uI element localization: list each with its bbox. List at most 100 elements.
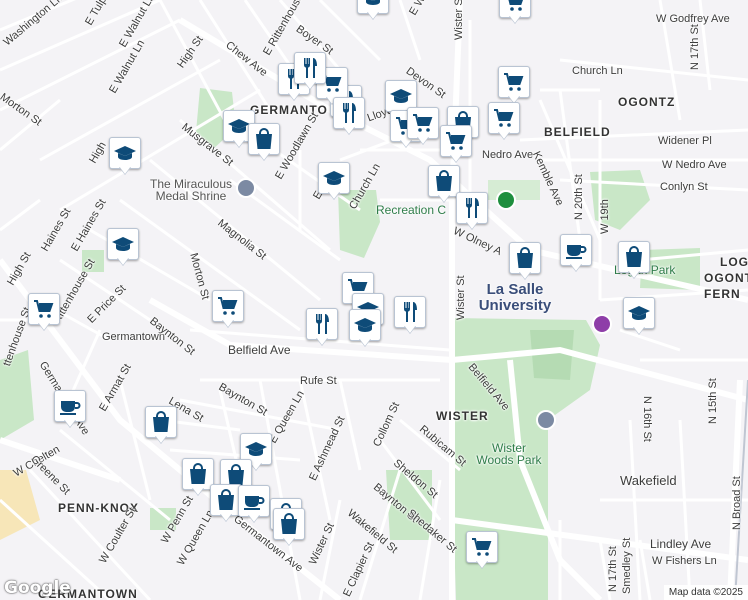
map-pin-shopping-cart[interactable] bbox=[498, 66, 530, 104]
street-label: W 19th bbox=[599, 199, 611, 234]
pin-pointer bbox=[450, 154, 462, 162]
museum-marker-icon[interactable] bbox=[592, 314, 612, 334]
pin-pointer bbox=[222, 319, 234, 327]
pin-pointer bbox=[633, 326, 645, 334]
street-label: Lindley Ave bbox=[650, 537, 712, 551]
map-pin-graduation-cap[interactable] bbox=[349, 309, 381, 347]
map-pin-graduation-cap[interactable] bbox=[109, 137, 141, 175]
map-pin-coffee-cup[interactable] bbox=[560, 234, 592, 272]
street-label: N 15th St bbox=[707, 378, 719, 424]
graduation-cap-icon bbox=[318, 162, 350, 194]
fork-knife-icon bbox=[306, 308, 338, 340]
map-pin-shopping-cart[interactable] bbox=[488, 102, 520, 140]
map-pin-shopping-bag[interactable] bbox=[273, 508, 305, 546]
area-label: BELFIELD bbox=[544, 125, 611, 139]
street-label: Wister St bbox=[455, 275, 467, 320]
graduation-cap-icon bbox=[107, 228, 139, 260]
pin-pointer bbox=[258, 152, 270, 160]
shopping-cart-icon bbox=[488, 102, 520, 134]
google-logo: Google bbox=[4, 578, 71, 598]
pin-pointer bbox=[155, 435, 167, 443]
map-pin-fork-knife[interactable] bbox=[333, 97, 365, 135]
area-label: OGONTZ bbox=[618, 95, 676, 109]
map-pin-shopping-cart[interactable] bbox=[212, 290, 244, 328]
map-pin-shopping-bag[interactable] bbox=[145, 406, 177, 444]
map-pin-shopping-cart[interactable] bbox=[440, 125, 472, 163]
pin-pointer bbox=[304, 81, 316, 89]
map-pin-shopping-cart[interactable] bbox=[407, 107, 439, 145]
map-pin-coffee-cup[interactable] bbox=[54, 390, 86, 428]
map-pin-shopping-cart[interactable] bbox=[499, 0, 531, 24]
coffee-cup-icon bbox=[560, 234, 592, 266]
pin-pointer bbox=[343, 126, 355, 134]
coffee-cup-icon bbox=[54, 390, 86, 422]
pin-pointer bbox=[359, 338, 371, 346]
shopping-bag-icon bbox=[248, 123, 280, 155]
area-label: WISTER bbox=[436, 409, 489, 423]
pin-pointer bbox=[509, 15, 521, 23]
pin-pointer bbox=[367, 11, 379, 19]
map-pin-graduation-cap[interactable] bbox=[318, 162, 350, 200]
recreation-center-marker-icon[interactable] bbox=[496, 190, 516, 210]
pin-pointer bbox=[248, 514, 260, 522]
map-pin-fork-knife[interactable] bbox=[306, 308, 338, 346]
map-pin-graduation-cap[interactable] bbox=[107, 228, 139, 266]
map-pin-coffee-cup[interactable] bbox=[238, 485, 270, 523]
street-label: N 17th St bbox=[607, 546, 619, 592]
fork-knife-icon bbox=[456, 192, 488, 224]
street-label: Wister St bbox=[453, 0, 465, 40]
shopping-cart-icon bbox=[466, 531, 498, 563]
pin-pointer bbox=[192, 487, 204, 495]
map-pin-fork-knife[interactable] bbox=[394, 296, 426, 334]
map-view[interactable]: Washington Ln E Tulpehock E Walnut Ln E … bbox=[0, 0, 748, 600]
shopping-cart-icon bbox=[440, 125, 472, 157]
map-pin-shopping-bag[interactable] bbox=[618, 241, 650, 279]
education-marker-icon[interactable] bbox=[536, 410, 556, 430]
shopping-cart-icon bbox=[498, 66, 530, 98]
shopping-bag-icon bbox=[145, 406, 177, 438]
pin-pointer bbox=[404, 325, 416, 333]
area-label: OGONTZ bbox=[704, 271, 748, 285]
map-pin-graduation-cap[interactable] bbox=[357, 0, 389, 20]
pin-pointer bbox=[117, 257, 129, 265]
church-marker-icon[interactable] bbox=[236, 178, 256, 198]
shopping-cart-icon bbox=[407, 107, 439, 139]
street-label: N Broad St bbox=[731, 476, 743, 530]
map-pin-shopping-cart[interactable] bbox=[466, 531, 498, 569]
street-label: Smedley St bbox=[621, 537, 633, 594]
area-label: LOG bbox=[720, 255, 748, 269]
graduation-cap-icon bbox=[349, 309, 381, 341]
shopping-bag-icon bbox=[273, 508, 305, 540]
shopping-bag-icon bbox=[618, 241, 650, 273]
pin-pointer bbox=[38, 322, 50, 330]
shopping-cart-icon bbox=[212, 290, 244, 322]
street-label: Nedro Ave bbox=[482, 149, 534, 161]
map-pin-fork-knife[interactable] bbox=[294, 52, 326, 90]
map-pin-shopping-bag[interactable] bbox=[509, 242, 541, 280]
poi-label-miraculous-medal-shrine[interactable]: The Miraculous Medal Shrine bbox=[136, 178, 246, 202]
street-label: Rufe St bbox=[300, 375, 337, 387]
street-label: N 20th St bbox=[573, 174, 585, 220]
pin-pointer bbox=[220, 513, 232, 521]
area-label: Wakefield bbox=[620, 473, 677, 488]
map-pin-shopping-bag[interactable] bbox=[248, 123, 280, 161]
poi-label-recreation-center[interactable]: Recreation C bbox=[376, 204, 446, 216]
poi-label-la-salle-university[interactable]: La Salle University bbox=[470, 282, 560, 314]
graduation-cap-icon bbox=[623, 297, 655, 329]
pin-pointer bbox=[64, 419, 76, 427]
map-pin-graduation-cap[interactable] bbox=[623, 297, 655, 335]
pin-pointer bbox=[233, 139, 245, 147]
street-label: Conlyn St bbox=[660, 181, 708, 193]
pin-pointer bbox=[438, 194, 450, 202]
pin-pointer bbox=[519, 271, 531, 279]
poi-label-wister-woods-park[interactable]: Wister Woods Park bbox=[474, 442, 544, 466]
pin-pointer bbox=[316, 337, 328, 345]
map-pin-shopping-cart[interactable] bbox=[28, 293, 60, 331]
map-pin-fork-knife[interactable] bbox=[456, 192, 488, 230]
street-label: N 16th St bbox=[641, 396, 653, 442]
map-attribution[interactable]: Map data ©2025 bbox=[663, 585, 748, 600]
shopping-cart-icon bbox=[28, 293, 60, 325]
street-label: Widener Pl bbox=[658, 135, 712, 147]
street-label: Church Ln bbox=[572, 65, 623, 77]
station-label-germantown[interactable]: Germantown bbox=[102, 332, 165, 343]
